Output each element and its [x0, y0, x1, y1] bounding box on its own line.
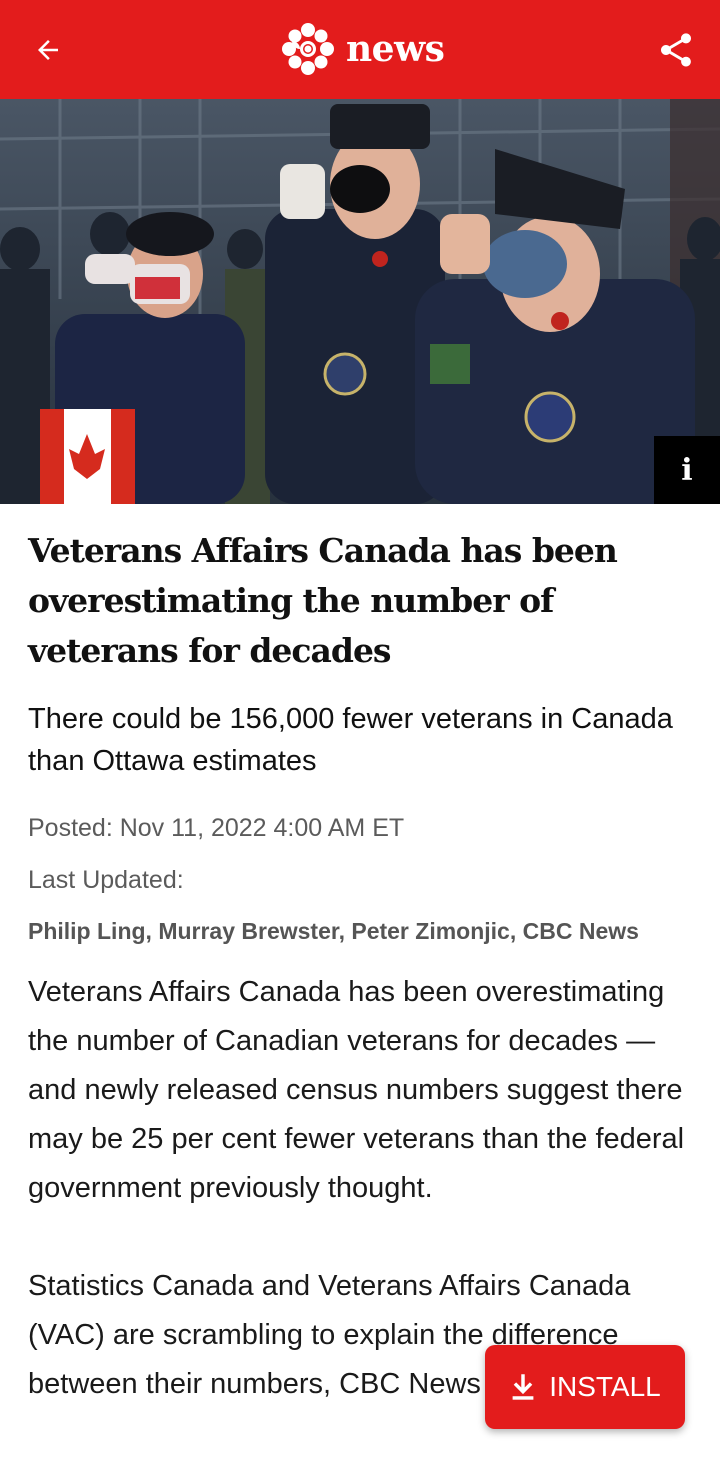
article-subheadline: There could be 156,000 fewer veterans in…: [28, 703, 673, 777]
article-content: Veterans Affairs Canada has been overest…: [28, 526, 692, 1409]
cbc-gem-icon: [282, 23, 334, 75]
image-info-button[interactable]: i: [654, 436, 720, 504]
article-headline: Veterans Affairs Canada has been overest…: [28, 531, 618, 670]
brand-name: news: [346, 28, 445, 70]
hero-image: i: [0, 99, 720, 504]
last-updated: Last Updated:: [28, 866, 184, 894]
share-icon: [661, 33, 691, 67]
arrow-left-icon: [38, 40, 58, 60]
back-button[interactable]: [24, 28, 72, 72]
app-header: news: [0, 0, 720, 99]
download-icon: [512, 1374, 534, 1400]
veterans-saluting-photo: [0, 99, 720, 504]
share-button[interactable]: [652, 26, 700, 74]
posted-date: Posted: Nov 11, 2022 4:00 AM ET: [28, 814, 405, 842]
install-label: INSTALL: [549, 1371, 661, 1402]
article-paragraph: Veterans Affairs Canada has been overest…: [28, 976, 685, 1204]
cbc-news-logo: news: [280, 20, 445, 78]
byline: Philip Ling, Murray Brewster, Peter Zimo…: [28, 918, 639, 944]
install-button[interactable]: INSTALL: [485, 1345, 685, 1429]
info-icon: i: [681, 452, 693, 488]
